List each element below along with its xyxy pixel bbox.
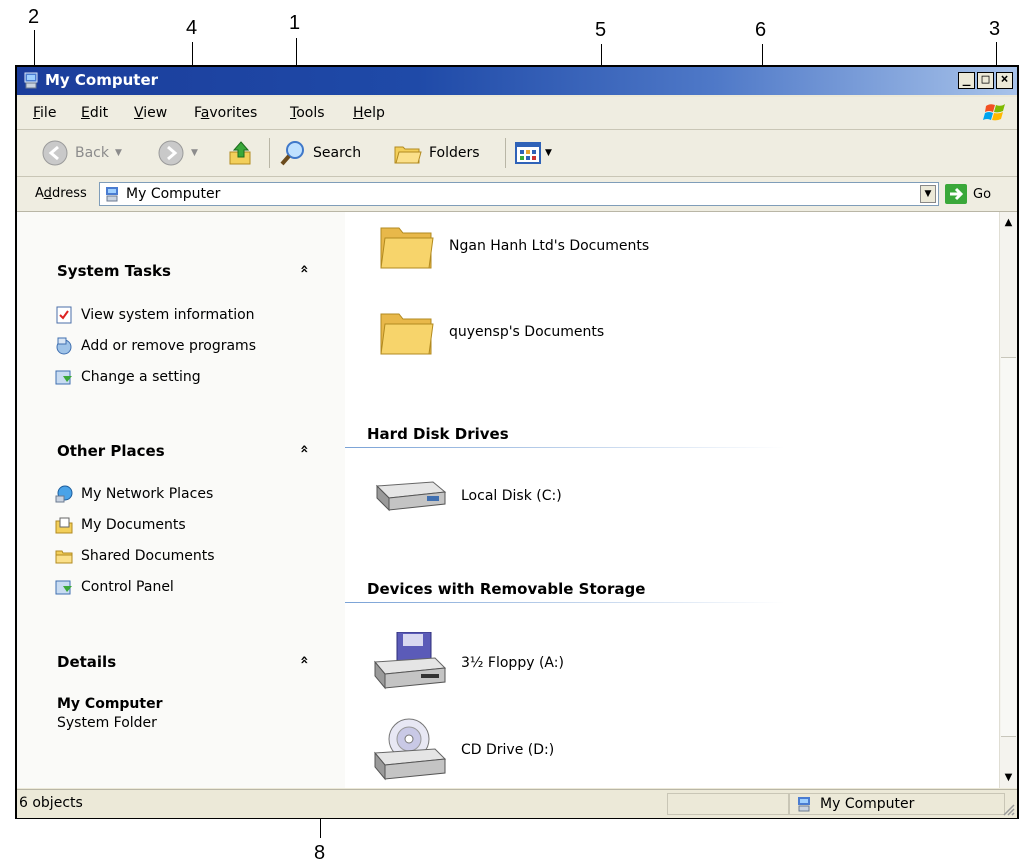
forward-dropdown-icon: ▼ <box>191 148 198 158</box>
callout-4: 4 <box>186 17 198 39</box>
other-places-title: Other Places <box>57 442 165 460</box>
forward-button[interactable]: ▼ <box>157 138 198 168</box>
search-icon <box>280 141 304 166</box>
address-field[interactable]: My Computer ▼ <box>99 182 939 206</box>
back-button[interactable]: Back ▼ <box>41 138 122 168</box>
maximize-button[interactable]: □ <box>977 72 994 89</box>
search-button[interactable]: Search <box>279 138 361 168</box>
system-information-icon <box>56 306 72 324</box>
hard-disk-icon <box>375 481 447 512</box>
status-bar: 6 objects My Computer <box>17 789 1017 818</box>
address-bar: Address My Computer ▼ Go <box>17 177 1017 212</box>
control-panel-icon <box>55 580 72 595</box>
address-value: My Computer <box>126 186 221 202</box>
add-remove-programs-icon <box>56 337 72 355</box>
menu-edit[interactable]: Edit <box>81 105 108 121</box>
forward-arrow-icon <box>158 140 184 166</box>
up-button[interactable] <box>227 138 255 168</box>
control-panel-icon <box>55 370 72 385</box>
task-pane: System Tasks » View system information A… <box>17 212 345 788</box>
link-control-panel[interactable]: Control Panel <box>55 578 174 596</box>
scroll-up-arrow-icon[interactable]: ▲ <box>1000 214 1017 231</box>
status-panel-empty <box>667 793 789 815</box>
back-dropdown-icon: ▼ <box>115 148 122 158</box>
menu-help[interactable]: Help <box>353 105 385 121</box>
status-location: My Computer <box>789 793 1005 815</box>
group-header-removable: Devices with Removable Storage <box>367 580 646 598</box>
folder-icon <box>380 313 434 355</box>
system-tasks-title: System Tasks <box>57 262 171 280</box>
callout-8: 8 <box>314 842 326 864</box>
details-type: System Folder <box>57 715 157 731</box>
go-button[interactable]: Go <box>945 183 991 205</box>
close-button[interactable]: × <box>996 72 1013 89</box>
callout-5: 5 <box>595 19 607 41</box>
network-places-icon <box>55 485 73 503</box>
folder-item[interactable]: Ngan Hanh Ltd's Documents <box>379 220 649 272</box>
folder-icon <box>380 227 434 269</box>
collapse-system-tasks-icon[interactable]: » <box>297 264 313 273</box>
callout-1: 1 <box>289 12 301 34</box>
drive-item[interactable]: Local Disk (C:) <box>371 474 562 518</box>
standard-toolbar: Back ▼ ▼ Search Folders ▼ <box>17 130 1017 177</box>
toolbar-separator <box>269 138 270 168</box>
views-button[interactable]: ▼ <box>515 138 552 168</box>
link-my-network-places[interactable]: My Network Places <box>55 485 213 503</box>
up-folder-icon <box>229 141 251 165</box>
scroll-down-arrow-icon[interactable]: ▼ <box>1000 769 1017 786</box>
callout-2: 2 <box>28 6 40 28</box>
drive-item[interactable]: 3½ Floppy (A:) <box>371 632 564 694</box>
menu-favorites[interactable]: Favorites <box>194 105 257 121</box>
back-arrow-icon <box>42 140 68 166</box>
title-bar[interactable]: My Computer _ □ × <box>17 67 1017 95</box>
explorer-window: My Computer _ □ × File Edit View Favorit… <box>15 65 1019 819</box>
folder-item[interactable]: quyensp's Documents <box>379 306 604 358</box>
menu-view[interactable]: View <box>134 105 167 121</box>
vertical-scrollbar[interactable]: ▲ ▼ <box>999 212 1017 788</box>
folders-icon <box>394 146 422 164</box>
floppy-drive-icon <box>373 632 447 690</box>
menu-file[interactable]: File <box>33 105 56 121</box>
views-dropdown-icon: ▼ <box>545 148 552 158</box>
collapse-other-places-icon[interactable]: » <box>297 444 313 453</box>
callout-6: 6 <box>755 19 767 41</box>
windows-logo-icon <box>983 104 1005 121</box>
group-divider <box>345 447 785 448</box>
link-shared-documents[interactable]: Shared Documents <box>55 547 215 565</box>
link-my-documents[interactable]: My Documents <box>55 516 186 534</box>
cd-drive-icon <box>373 718 447 781</box>
views-icon <box>515 142 541 164</box>
link-change-a-setting[interactable]: Change a setting <box>55 368 201 386</box>
menu-bar: File Edit View Favorites Tools Help <box>17 97 1017 130</box>
link-add-remove-programs[interactable]: Add or remove programs <box>55 337 256 355</box>
my-computer-icon <box>106 187 118 202</box>
my-documents-icon <box>55 517 73 534</box>
group-divider <box>345 602 785 603</box>
file-list: Ngan Hanh Ltd's Documents quyensp's Docu… <box>345 212 999 788</box>
menu-tools[interactable]: Tools <box>290 105 325 121</box>
folders-button[interactable]: Folders <box>393 138 480 168</box>
resize-grip-icon[interactable] <box>1001 802 1015 816</box>
my-computer-icon <box>798 797 810 812</box>
collapse-details-icon[interactable]: » <box>297 655 313 664</box>
address-dropdown-button[interactable]: ▼ <box>920 185 936 203</box>
address-label: Address <box>35 186 87 201</box>
status-object-count: 6 objects <box>19 795 83 811</box>
callout-3: 3 <box>989 18 1001 40</box>
my-computer-icon[interactable] <box>23 72 39 90</box>
go-arrow-icon <box>945 184 967 204</box>
scrollbar-thumb[interactable] <box>1001 357 1016 737</box>
minimize-button[interactable]: _ <box>958 72 975 89</box>
window-title: My Computer <box>45 71 159 89</box>
details-name: My Computer <box>57 696 163 712</box>
link-view-system-information[interactable]: View system information <box>55 306 255 324</box>
drive-item[interactable]: CD Drive (D:) <box>371 717 554 783</box>
shared-documents-icon <box>55 550 73 564</box>
group-header-hard-disks: Hard Disk Drives <box>367 425 509 443</box>
details-title: Details <box>57 653 117 671</box>
toolbar-separator <box>505 138 506 168</box>
